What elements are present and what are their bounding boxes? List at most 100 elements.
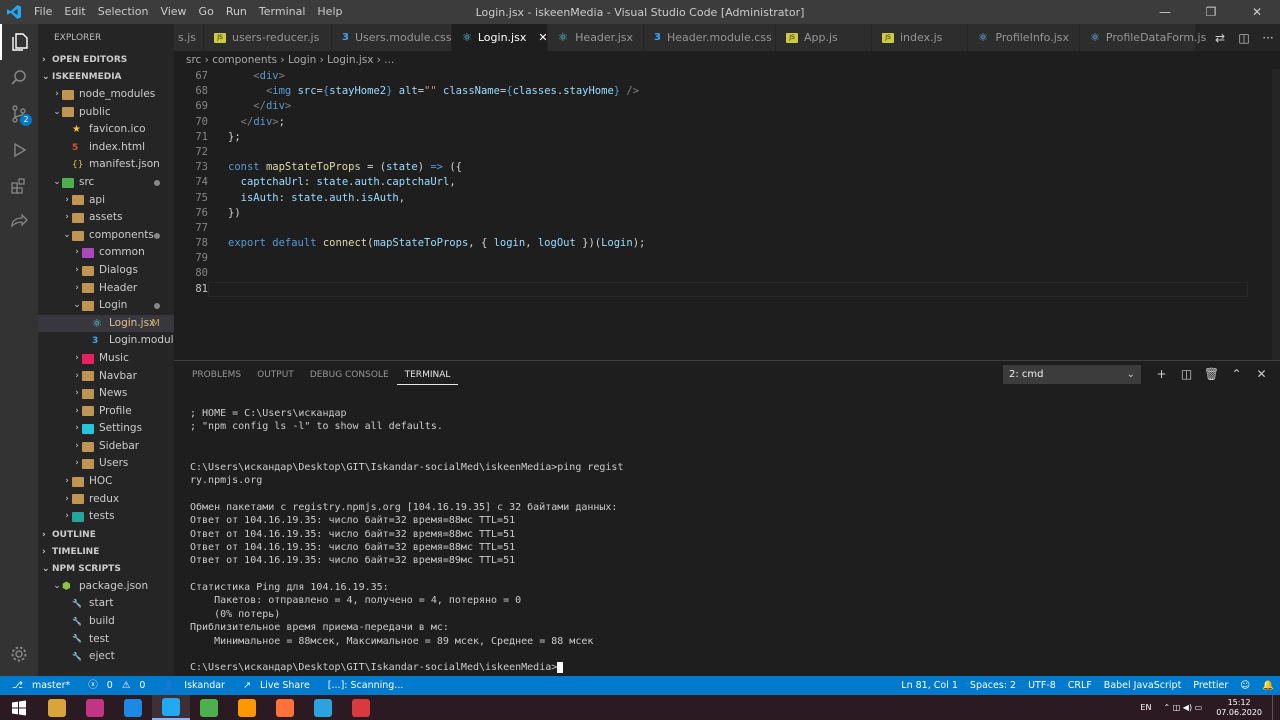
notifications-icon[interactable]: 🔔 bbox=[1256, 676, 1280, 695]
clock[interactable]: 15:12 07.06.2020 bbox=[1206, 698, 1272, 718]
folder-item[interactable]: › node_modules bbox=[38, 86, 174, 104]
menu-terminal[interactable]: Terminal bbox=[253, 0, 312, 24]
firefox-taskbar-icon[interactable] bbox=[266, 695, 304, 720]
terminal-output[interactable]: ; HOME = C:\Users\искандар ; "npm config … bbox=[190, 407, 623, 675]
more-actions-icon[interactable]: ··· bbox=[1256, 31, 1280, 45]
menu-selection[interactable]: Selection bbox=[92, 0, 155, 24]
language-mode[interactable]: Babel JavaScript bbox=[1098, 676, 1188, 695]
settings-gear-icon[interactable] bbox=[0, 636, 38, 672]
panel-tab-terminal[interactable]: TERMINAL bbox=[396, 366, 459, 385]
folder-item[interactable]: › Users bbox=[38, 455, 174, 473]
open-editors-section[interactable]: › OPEN EDITORS bbox=[38, 52, 174, 69]
maximize-panel-icon[interactable]: ⌃ bbox=[1224, 365, 1249, 384]
folder-item[interactable]: › HOC bbox=[38, 473, 174, 491]
panel-tab-problems[interactable]: PROBLEMS bbox=[184, 361, 249, 389]
folder-item[interactable]: › Navbar bbox=[38, 368, 174, 386]
terminal-selector[interactable]: 2: cmd ⌄ bbox=[1003, 365, 1141, 384]
feedback-icon[interactable]: ☺ bbox=[1234, 676, 1256, 695]
code-line[interactable]: 68 <img src={stayHome2} alt="" className… bbox=[174, 84, 1280, 99]
extensions-icon[interactable] bbox=[0, 168, 38, 204]
folder-item[interactable]: › Header bbox=[38, 280, 174, 298]
folder-item[interactable]: › Settings bbox=[38, 420, 174, 438]
folder-item[interactable]: ⌄ public bbox=[38, 104, 174, 122]
run-debug-icon[interactable] bbox=[0, 132, 38, 168]
close-window-icon[interactable]: ✕ bbox=[1234, 0, 1280, 24]
file-item[interactable]: ⌄ ⬢ package.json bbox=[38, 578, 174, 596]
cursor-position[interactable]: Ln 81, Col 1 bbox=[895, 676, 964, 695]
app-blue-taskbar-icon[interactable] bbox=[114, 695, 152, 720]
sublime-taskbar-icon[interactable] bbox=[228, 695, 266, 720]
code-line[interactable]: 80 bbox=[174, 266, 1280, 281]
branch-status[interactable]: ⎇ master* bbox=[6, 676, 82, 695]
timeline-section[interactable]: › TIMELINE bbox=[38, 544, 174, 561]
file-item[interactable]: {} manifest.json bbox=[38, 156, 174, 174]
npm-script-item[interactable]: 🔧 build bbox=[38, 613, 174, 631]
tab-header-module-css[interactable]: 3 Header.module.css bbox=[644, 24, 776, 51]
split-editor-icon[interactable]: ◫ bbox=[1232, 31, 1256, 45]
outline-section[interactable]: › OUTLINE bbox=[38, 527, 174, 544]
split-terminal-icon[interactable]: ◫ bbox=[1174, 365, 1199, 384]
code-line[interactable]: 79 bbox=[174, 251, 1280, 266]
menu-edit[interactable]: Edit bbox=[58, 0, 91, 24]
tab-s-js[interactable]: s.js bbox=[174, 24, 204, 51]
close-tab-icon[interactable]: ✕ bbox=[538, 31, 547, 44]
instagram-taskbar-icon[interactable] bbox=[76, 695, 114, 720]
folder-item[interactable]: › Sidebar bbox=[38, 438, 174, 456]
problems-status[interactable]: ⓧ 0 ⚠ 0 bbox=[82, 676, 157, 695]
folder-item[interactable]: ⌄ Login bbox=[38, 297, 174, 315]
live-share-icon[interactable] bbox=[0, 204, 38, 240]
file-explorer-taskbar-icon[interactable] bbox=[38, 695, 76, 720]
npm-script-item[interactable]: 🔧 test bbox=[38, 631, 174, 649]
npm-scripts-section[interactable]: ⌄ NPM SCRIPTS bbox=[38, 561, 174, 578]
menu-run[interactable]: Run bbox=[220, 0, 253, 24]
panel-tab-debug-console[interactable]: DEBUG CONSOLE bbox=[302, 361, 397, 389]
menu-help[interactable]: Help bbox=[311, 0, 348, 24]
file-item[interactable]: 5 index.html bbox=[38, 139, 174, 157]
code-editor[interactable]: 67 <div> 68 <img src={stayHome2} alt="" c… bbox=[174, 69, 1280, 360]
tab-index-js[interactable]: JS index.js bbox=[872, 24, 968, 51]
project-section[interactable]: ⌄ ISKEENMEDIA bbox=[38, 69, 174, 86]
formatter[interactable]: Prettier bbox=[1187, 676, 1234, 695]
tray-icons[interactable]: ⌃ ◫ ◀) ▭ bbox=[1159, 703, 1206, 712]
show-desktop[interactable] bbox=[1272, 695, 1280, 720]
file-item[interactable]: 3 Login.module... bbox=[38, 332, 174, 350]
code-line[interactable]: 78 export default connect(mapStateToProps… bbox=[174, 236, 1280, 251]
breadcrumb[interactable]: src › components › Login › Login.jsx › .… bbox=[174, 51, 1280, 69]
user-status[interactable]: 👤 Iskandar bbox=[157, 676, 237, 695]
editor-scrollbar[interactable] bbox=[1272, 69, 1280, 360]
menu-go[interactable]: Go bbox=[193, 0, 220, 24]
vscode-taskbar-icon[interactable] bbox=[152, 695, 190, 720]
tab-users-module-css[interactable]: 3 Users.module.css bbox=[332, 24, 452, 51]
compare-icon[interactable]: ⇄ bbox=[1208, 31, 1232, 45]
tab-users-reducer-js[interactable]: JS users-reducer.js bbox=[204, 24, 332, 51]
code-line[interactable]: 75 isAuth: state.auth.isAuth, bbox=[174, 191, 1280, 206]
kill-terminal-icon[interactable]: 🗑 bbox=[1199, 365, 1224, 384]
panel-tab-output[interactable]: OUTPUT bbox=[249, 361, 302, 389]
menu-file[interactable]: File bbox=[28, 0, 58, 24]
code-line[interactable]: 72 bbox=[174, 145, 1280, 160]
folder-item[interactable]: › News bbox=[38, 385, 174, 403]
code-line[interactable]: 71}; bbox=[174, 130, 1280, 145]
live-share-status[interactable]: ↗ Live Share bbox=[237, 676, 322, 695]
restore-icon[interactable]: ❐ bbox=[1188, 0, 1234, 24]
chrome-taskbar-icon[interactable] bbox=[190, 695, 228, 720]
tab-login-jsx[interactable]: ⚛ Login.jsx ✕ bbox=[452, 24, 548, 51]
menu-view[interactable]: View bbox=[154, 0, 192, 24]
source-control-icon[interactable]: 2 bbox=[0, 96, 38, 132]
telegram-taskbar-icon[interactable] bbox=[304, 695, 342, 720]
search-icon[interactable] bbox=[0, 60, 38, 96]
folder-item[interactable]: › common bbox=[38, 244, 174, 262]
npm-script-item[interactable]: 🔧 start bbox=[38, 595, 174, 613]
code-line[interactable]: 81 bbox=[174, 281, 1280, 297]
code-line[interactable]: 73 const mapStateToProps = (state) => ({ bbox=[174, 160, 1280, 175]
file-item[interactable]: ★ favicon.ico bbox=[38, 121, 174, 139]
encoding[interactable]: UTF-8 bbox=[1022, 676, 1062, 695]
folder-item[interactable]: › Profile bbox=[38, 403, 174, 421]
folder-item[interactable]: › tests bbox=[38, 508, 174, 526]
tab-header-jsx[interactable]: ⚛ Header.jsx bbox=[548, 24, 644, 51]
folder-item[interactable]: › api bbox=[38, 192, 174, 210]
folder-item[interactable]: ⌄ components bbox=[38, 227, 174, 245]
code-line[interactable]: 76}) bbox=[174, 206, 1280, 221]
folder-item[interactable]: › assets bbox=[38, 209, 174, 227]
close-panel-icon[interactable]: ✕ bbox=[1249, 365, 1274, 384]
